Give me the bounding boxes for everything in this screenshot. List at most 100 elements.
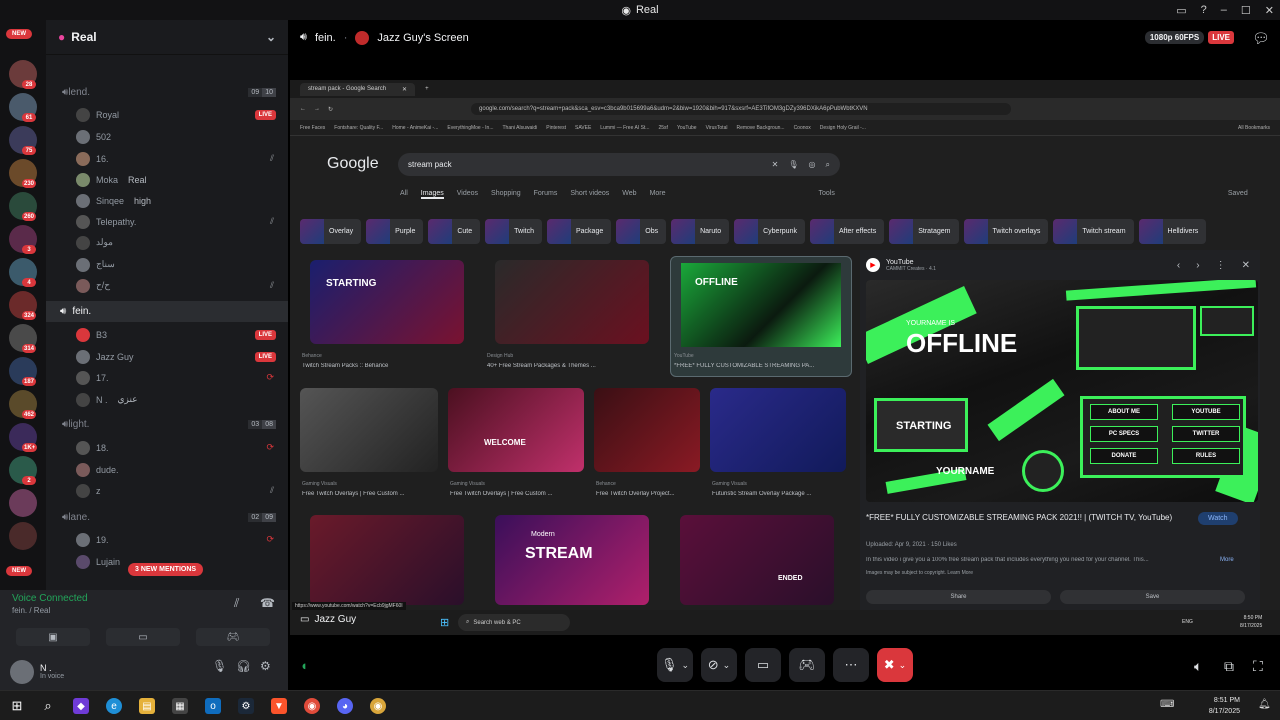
new-pill[interactable]: NEW [6,566,32,576]
voice-user[interactable]: سناج [46,254,288,275]
leave-call-button[interactable]: ✖ ⌄ [877,648,913,682]
steam-icon[interactable]: ⚙ [238,698,254,714]
microphone-icon[interactable]: 🎙︎ [212,659,227,673]
google-tab[interactable]: Short videos [570,190,609,199]
bookmark-item[interactable]: Fontshare: Quality F... [334,125,383,131]
store-icon[interactable]: ▦ [172,698,188,714]
new-mentions-pill[interactable]: 3 NEW MENTIONS [128,563,204,576]
filter-chip[interactable]: Helldivers [1138,219,1207,244]
windows-start-icon[interactable]: ⊞ [9,698,25,714]
bookmark-item[interactable]: Free Faces [300,125,325,131]
bookmark-item[interactable]: SAVEE [575,125,591,131]
filter-chip[interactable]: Package [547,219,612,244]
more-button[interactable]: ⋯ [833,648,869,682]
result-caption[interactable]: Futuristic Stream Overlay Package ... [712,491,848,497]
result-thumb[interactable]: WELCOME [448,388,584,472]
mic-icon[interactable]: 🎙︎ [788,160,798,170]
stream-view[interactable]: stream pack - Google Search ✕ + ← → ↻ goo… [290,80,1280,635]
share-screen-button[interactable]: ▭ [745,648,781,682]
result-thumb[interactable] [495,260,649,344]
voice-user[interactable]: 17. ⟳ [46,367,288,388]
voice-connected-status[interactable]: Voice Connected [12,593,88,604]
headphones-icon[interactable]: 🎧︎ [236,659,251,673]
maximize-button[interactable]: ☐ [1241,4,1251,17]
new-tab-icon[interactable]: + [425,86,429,92]
preview-source[interactable]: ▶ YouTube CAMMIT Creates · 4.1 [866,258,936,272]
chrome-icon[interactable]: ◉ [304,698,320,714]
bookmark-item[interactable]: Lummi — Free AI St... [600,125,649,131]
bookmark-item[interactable]: EverythingMoe - In... [447,125,493,131]
voice-user[interactable]: ح/ح ⫽ [46,275,288,296]
google-tab[interactable]: Forums [534,190,558,199]
preview-title[interactable]: *FREE* FULLY CUSTOMIZABLE STREAMING PACK… [866,512,1186,523]
edge-icon[interactable]: e [106,698,122,714]
close-button[interactable]: ✕ [1265,4,1274,17]
filter-chip[interactable]: After effects [809,219,885,244]
outlook-icon[interactable]: o [205,698,221,714]
bookmark-item[interactable]: Home - AnimeKai -... [392,125,438,131]
voice-category[interactable]: 🔊︎ light. 03 08 [46,414,288,435]
back-icon[interactable]: ← [300,106,306,112]
popout-icon[interactable]: ⧉ [1224,658,1234,675]
copilot-icon[interactable]: ◆ [73,698,89,714]
search-icon[interactable]: ⌕ [40,698,56,714]
voice-category[interactable]: 🔊︎ lane. 02 09 [46,507,288,528]
save-button[interactable]: Save [1060,590,1245,604]
bookmark-item[interactable]: All Bookmarks [1238,125,1270,131]
forward-icon[interactable]: → [314,106,320,112]
filter-chip[interactable]: Naruto [671,219,730,244]
voice-user[interactable]: 19. ⟳ [46,529,288,550]
result-thumb[interactable]: STARTING [310,260,464,344]
visit-button[interactable]: Watch [1198,512,1238,525]
result-thumb[interactable] [300,388,438,472]
google-tab[interactable]: Shopping [491,190,521,199]
prev-icon[interactable]: ‹ [1177,260,1180,271]
discord-icon[interactable]: ◕ [337,698,353,714]
result-caption[interactable]: 40+ Free Stream Packages & Themes ... [487,363,647,369]
lens-icon[interactable]: ◎ [809,160,816,170]
help-icon[interactable]: ? [1201,4,1207,16]
next-icon[interactable]: › [1196,260,1199,271]
bookmark-item[interactable]: Pinterest [546,125,566,131]
voice-user[interactable]: z ⫽ [46,480,288,501]
result-thumb-selected[interactable]: OFFLINE [670,256,852,377]
filter-chip[interactable]: Twitch stream [1053,219,1134,244]
camera-button[interactable]: ⊘ ⌄ [701,648,737,682]
volume-icon[interactable]: ◖ [300,658,308,673]
result-caption[interactable]: *FREE* FULLY CUSTOMIZABLE STREAMING PA..… [674,363,848,369]
result-thumb[interactable]: Modern STREAM [495,515,649,605]
screen-share-button[interactable]: ▭ [106,628,180,646]
result-thumb[interactable]: ENDED [680,515,834,605]
settings-gear-icon[interactable]: ⚙ [260,659,271,673]
browser-tab[interactable]: stream pack - Google Search ✕ [300,82,416,96]
voice-user[interactable]: dude. [46,459,288,480]
preview-image[interactable]: YOURNAME IS OFFLINE STARTING YOURNAME AB… [866,280,1258,502]
google-tab[interactable]: Web [622,190,636,199]
header-channel[interactable]: fein. [315,32,336,44]
voice-user[interactable]: Telepathy. ⫽ [46,211,288,232]
result-caption[interactable]: Free Twitch Overlay Project... [596,491,702,497]
google-tab[interactable]: Videos [457,190,478,199]
voice-user[interactable]: Jazz Guy LIVE [46,346,288,367]
filter-chip[interactable]: Overlay [300,219,362,244]
bookmark-item[interactable]: Design Holy Grail -... [820,125,866,131]
filter-chip[interactable]: Twitch [485,219,542,244]
google-tab[interactable]: Saved [1228,190,1248,199]
taskbar-clock[interactable]: 8:51 PM 8/17/2025 [1209,695,1240,717]
voice-user[interactable]: N . عنزي [46,389,288,410]
activities-button[interactable]: 🎮︎ [789,648,825,682]
bookmark-item[interactable]: Thani Alsuwaidi [503,125,538,131]
server-icon[interactable] [9,522,37,550]
google-tab[interactable]: More [650,190,666,199]
result-thumb[interactable] [710,388,846,472]
server-icon[interactable] [9,489,37,517]
copyright-note[interactable]: Images may be subject to copyright. Lear… [866,570,973,576]
avatar[interactable] [10,659,34,684]
voice-category[interactable]: 🔊︎ lend. 09 10 [46,82,288,103]
keyboard-icon[interactable]: ⌨ [1160,699,1174,710]
reload-icon[interactable]: ↻ [328,106,333,113]
google-tab[interactable]: Tools [819,190,835,199]
bookmark-item[interactable]: Coonox [794,125,811,131]
bookmark-item[interactable]: 25sf [658,125,667,131]
filter-chip[interactable]: Cute [428,219,481,244]
